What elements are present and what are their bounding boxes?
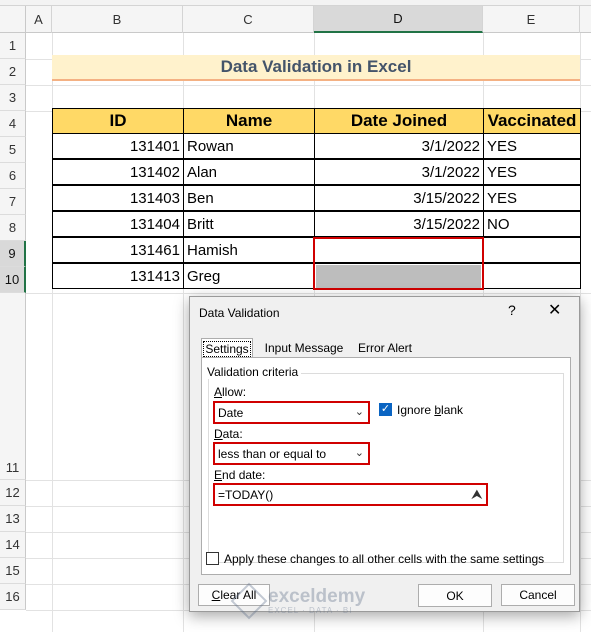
chevron-down-icon: ⌄ <box>354 406 364 418</box>
data-label-accel: D <box>214 427 223 441</box>
cell-name[interactable]: Hamish <box>183 237 315 263</box>
end-date-input[interactable]: =TODAY() ⮝ <box>213 483 488 506</box>
close-icon[interactable]: ✕ <box>548 300 561 320</box>
ignore-blank-label-post: lank <box>441 403 464 417</box>
column-header-d[interactable]: D <box>314 6 483 33</box>
ignore-blank-label: Ignore blank <box>397 403 463 417</box>
allow-label-rest: llow: <box>222 385 247 399</box>
settings-panel <box>201 357 571 575</box>
data-select-value: less than or equal to <box>218 446 327 461</box>
cell-name[interactable]: Ben <box>183 185 315 211</box>
cell-id[interactable]: 131402 <box>52 159 184 185</box>
header-vaccinated[interactable]: Vaccinated <box>483 108 581 134</box>
row-header-10[interactable]: 10 <box>0 267 26 293</box>
cancel-button[interactable]: Cancel <box>501 584 575 606</box>
help-icon[interactable]: ? <box>508 302 516 318</box>
validation-criteria-label: Validation criteria <box>204 365 302 379</box>
row-header-1[interactable]: 1 <box>0 33 26 59</box>
chevron-down-icon: ⌄ <box>354 447 364 459</box>
row-header-9[interactable]: 9 <box>0 241 26 267</box>
end-date-value: =TODAY() <box>218 487 274 502</box>
row-header-13[interactable]: 13 <box>0 506 26 532</box>
cell-date-joined[interactable]: 3/1/2022 <box>314 159 484 185</box>
cell-vaccinated[interactable]: YES <box>483 133 581 159</box>
column-header-e[interactable]: E <box>483 6 580 33</box>
allow-select[interactable]: Date ⌄ <box>213 401 370 424</box>
row-header-2[interactable]: 2 <box>0 59 26 85</box>
apply-all-label: Apply these changes to all other cells w… <box>224 552 545 566</box>
row-header-15[interactable]: 15 <box>0 558 26 584</box>
header-name[interactable]: Name <box>183 108 315 134</box>
row-header-7[interactable]: 7 <box>0 189 26 215</box>
data-label: Data: <box>214 427 243 441</box>
row-header-3[interactable]: 3 <box>0 85 26 111</box>
cell-vaccinated[interactable] <box>483 263 581 289</box>
column-header-b[interactable]: B <box>52 6 183 33</box>
apply-all-checkbox[interactable] <box>206 552 219 565</box>
row-header-4[interactable]: 4 <box>0 111 26 137</box>
cell-id[interactable]: 131461 <box>52 237 184 263</box>
cell-name[interactable]: Alan <box>183 159 315 185</box>
allow-label-accel: A <box>214 385 223 399</box>
cell-id[interactable]: 131413 <box>52 263 184 289</box>
ok-button[interactable]: OK <box>418 584 492 607</box>
row-header-12[interactable]: 12 <box>0 480 26 506</box>
dialog-title: Data Validation <box>199 306 280 320</box>
cell-vaccinated[interactable] <box>483 237 581 263</box>
end-date-label-rest: nd date: <box>222 468 266 482</box>
cell-date-joined[interactable]: 3/1/2022 <box>314 133 484 159</box>
ignore-blank-checkbox[interactable]: ✓ <box>379 403 392 416</box>
watermark-text: exceldemy EXCEL · DATA · BI <box>268 587 365 615</box>
gridline <box>26 85 591 86</box>
cell-id[interactable]: 131401 <box>52 133 184 159</box>
tab-settings[interactable]: Settings <box>201 338 253 358</box>
selected-range-highlight <box>313 237 484 290</box>
select-all-corner[interactable] <box>0 6 26 33</box>
header-date-joined[interactable]: Date Joined <box>314 108 484 134</box>
cell-id[interactable]: 131404 <box>52 211 184 237</box>
row-header-16[interactable]: 16 <box>0 584 26 610</box>
exceldemy-logo-icon <box>230 582 268 620</box>
row-header-6[interactable]: 6 <box>0 163 26 189</box>
end-date-label-accel: E <box>214 468 223 482</box>
row-header-8[interactable]: 8 <box>0 215 26 241</box>
gridline <box>26 293 591 294</box>
tab-error-alert[interactable]: Error Alert <box>353 338 417 358</box>
data-validation-dialog: Data Validation ? ✕ Settings Input Messa… <box>189 296 580 612</box>
cell-name[interactable]: Greg <box>183 263 315 289</box>
ignore-blank-label-pre: Ignore <box>397 403 435 417</box>
tab-settings-label: Settings <box>203 340 251 357</box>
sheet-title: Data Validation in Excel <box>52 55 580 81</box>
watermark-tagline: EXCEL · DATA · BI <box>268 606 353 615</box>
row-header-14[interactable]: 14 <box>0 532 26 558</box>
clear-all-accel: C <box>211 588 221 602</box>
column-header-c[interactable]: C <box>183 6 314 33</box>
data-select[interactable]: less than or equal to ⌄ <box>213 442 370 465</box>
column-header-a[interactable]: A <box>26 6 52 33</box>
cell-vaccinated[interactable]: YES <box>483 159 581 185</box>
end-date-label: End date: <box>214 468 265 482</box>
cell-name[interactable]: Britt <box>183 211 315 237</box>
cell-date-joined[interactable]: 3/15/2022 <box>314 211 484 237</box>
row-header-11[interactable]: 11 <box>0 293 26 480</box>
allow-label: Allow: <box>214 385 246 399</box>
data-label-rest: ata: <box>222 427 243 441</box>
row-header-5[interactable]: 5 <box>0 137 26 163</box>
cell-name[interactable]: Rowan <box>183 133 315 159</box>
header-id[interactable]: ID <box>52 108 184 134</box>
range-selector-icon[interactable]: ⮝ <box>472 487 482 502</box>
cell-id[interactable]: 131403 <box>52 185 184 211</box>
cell-vaccinated[interactable]: NO <box>483 211 581 237</box>
cell-vaccinated[interactable]: YES <box>483 185 581 211</box>
watermark-logo: exceldemy EXCEL · DATA · BI <box>230 582 376 620</box>
watermark-name: exceldemy <box>268 586 366 607</box>
cell-date-joined[interactable]: 3/15/2022 <box>314 185 484 211</box>
tab-input-message[interactable]: Input Message <box>260 338 348 358</box>
allow-select-value: Date <box>218 405 244 420</box>
